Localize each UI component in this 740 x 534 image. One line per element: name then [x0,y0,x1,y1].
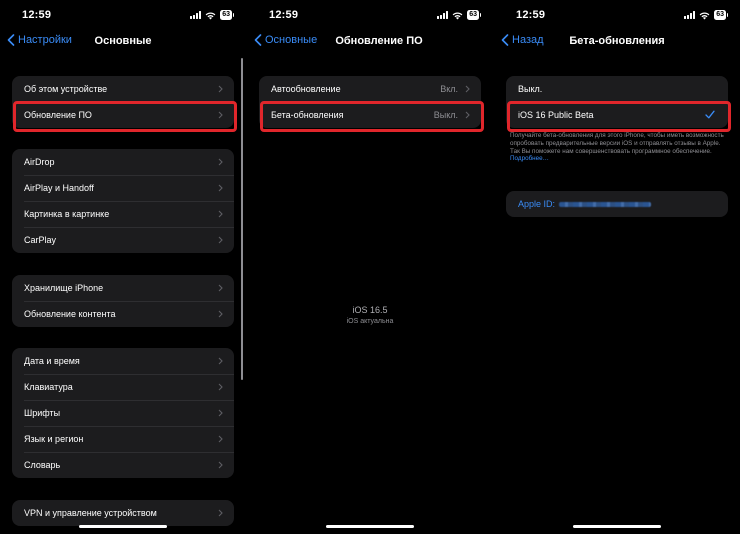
chevron-right-icon [218,85,223,93]
settings-row-software-update[interactable]: Обновление ПО [12,102,234,128]
chevron-right-icon [465,111,470,119]
page-title: Обновление ПО [335,35,423,47]
chevron-right-icon [218,310,223,318]
apple-id-group: Apple ID: [506,191,728,217]
settings-group-storage: Хранилище iPhone Обновление контента [12,275,234,327]
status-time: 12:59 [269,9,299,21]
screen-beta-updates: 12:59 63 Назад Бета-обновления Выкл. iOS… [494,0,740,534]
settings-row-pip[interactable]: Картинка в картинке [12,201,234,227]
beta-updates-value: Выкл. [433,110,458,120]
wifi-icon [205,11,216,20]
settings-group-connectivity: AirDrop AirPlay и Handoff Картинка в кар… [12,149,234,253]
settings-row-date-time[interactable]: Дата и время [12,348,234,374]
battery-icon: 63 [714,10,728,20]
settings-row-fonts[interactable]: Шрифты [12,400,234,426]
settings-row-airdrop[interactable]: AirDrop [12,149,234,175]
settings-group-update: Автообновление Вкл. Бета-обновления Выкл. [259,76,481,128]
auto-update-value: Вкл. [440,84,458,94]
navigation-bar: Настройки Основные [0,33,246,51]
wifi-icon [699,11,710,20]
chevron-right-icon [218,111,223,119]
wifi-icon [452,11,463,20]
status-bar: 12:59 63 [0,9,246,23]
cellular-signal-icon [684,11,696,19]
cellular-signal-icon [190,11,202,19]
home-indicator[interactable] [79,525,167,528]
beta-option-ios16-public[interactable]: iOS 16 Public Beta [506,102,728,128]
chevron-right-icon [218,184,223,192]
apple-id-row[interactable]: Apple ID: [506,191,728,217]
more-link[interactable]: Подробнее… [510,155,724,163]
settings-row-auto-update[interactable]: Автообновление Вкл. [259,76,481,102]
chevron-right-icon [218,210,223,218]
battery-icon: 63 [467,10,481,20]
cellular-signal-icon [437,11,449,19]
chevron-right-icon [465,85,470,93]
status-time: 12:59 [22,9,52,21]
chevron-right-icon [218,435,223,443]
settings-group-about: Об этом устройстве Обновление ПО [12,76,234,128]
settings-group-locale: Дата и время Клавиатура Шрифты Язык и ре… [12,348,234,478]
apple-id-label: Apple ID: [518,199,556,209]
page-title: Основные [94,35,152,47]
chevron-right-icon [218,383,223,391]
screen-software-update: 12:59 63 Основные Обновление ПО Автообно… [247,0,493,534]
apple-id-redacted [559,202,652,208]
ios-version: iOS 16.5 [352,305,388,315]
scroll-indicator[interactable] [241,58,243,380]
settings-row-about[interactable]: Об этом устройстве [12,76,234,102]
status-bar: 12:59 63 [494,9,740,23]
checkmark-icon [705,110,715,119]
home-indicator[interactable] [326,525,414,528]
chevron-right-icon [218,509,223,517]
chevron-right-icon [218,409,223,417]
navigation-bar: Основные Обновление ПО [247,33,493,51]
battery-icon: 63 [220,10,234,20]
chevron-right-icon [218,158,223,166]
chevron-right-icon [218,236,223,244]
settings-row-language[interactable]: Язык и регион [12,426,234,452]
settings-row-vpn[interactable]: VPN и управление устройством [12,500,234,526]
ios-status: iOS актуальна [346,318,394,325]
settings-row-storage[interactable]: Хранилище iPhone [12,275,234,301]
settings-group-vpn: VPN и управление устройством [12,500,234,526]
page-title: Бета-обновления [569,35,665,47]
settings-row-dictionary[interactable]: Словарь [12,452,234,478]
beta-option-off[interactable]: Выкл. [506,76,728,102]
settings-row-background-refresh[interactable]: Обновление контента [12,301,234,327]
chevron-right-icon [218,357,223,365]
settings-row-beta-updates[interactable]: Бета-обновления Выкл. [259,102,481,128]
beta-footnote: Получайте бета-обновления для этого iPho… [510,132,724,163]
chevron-right-icon [218,284,223,292]
navigation-bar: Назад Бета-обновления [494,33,740,51]
home-indicator[interactable] [573,525,661,528]
status-time: 12:59 [516,9,546,21]
screen-general-settings: 12:59 63 Настройки Основные Об этом устр… [0,0,246,534]
beta-options-group: Выкл. iOS 16 Public Beta [506,76,728,128]
settings-row-airplay[interactable]: AirPlay и Handoff [12,175,234,201]
chevron-right-icon [218,461,223,469]
settings-row-carplay[interactable]: CarPlay [12,227,234,253]
status-bar: 12:59 63 [247,9,493,23]
settings-row-keyboard[interactable]: Клавиатура [12,374,234,400]
